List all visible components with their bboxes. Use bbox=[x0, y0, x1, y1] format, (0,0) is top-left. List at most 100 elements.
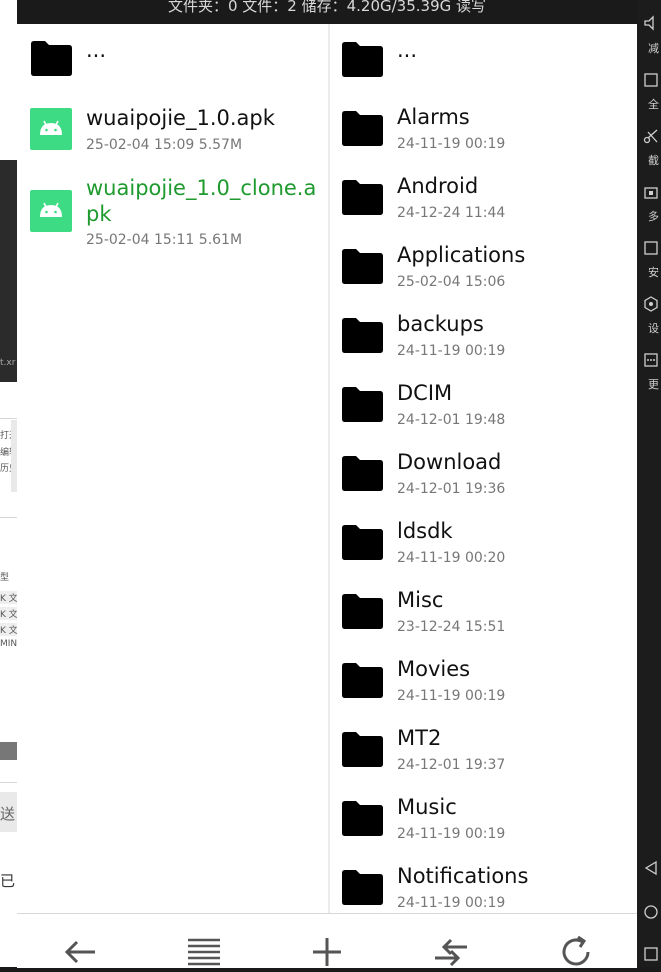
strip-icon-block bbox=[0, 742, 17, 760]
folder-date: 24-12-01 19:48 bbox=[397, 412, 506, 428]
strip-text: MIND bbox=[0, 639, 17, 649]
folder-icon bbox=[342, 870, 383, 905]
android-apk-icon bbox=[30, 190, 72, 232]
nav-recents-icon[interactable] bbox=[643, 946, 661, 966]
strip-text: 送 bbox=[0, 805, 16, 823]
folder-name: Android bbox=[397, 174, 479, 198]
swap-arrows-icon[interactable] bbox=[431, 932, 471, 972]
folder-icon bbox=[342, 42, 383, 77]
status-text: 文件夹：0 文件：2 储存：4.20G/35.39G 读写 bbox=[167, 0, 487, 15]
folder-icon bbox=[342, 801, 383, 836]
folder-date: 24-11-19 00:19 bbox=[397, 688, 506, 704]
scissors-icon[interactable] bbox=[643, 128, 661, 148]
list-item-apk-selected[interactable]: wuaipojie_1.0_clone.apk 25-02-04 15:11 5… bbox=[17, 164, 328, 264]
menu-lines-icon[interactable] bbox=[184, 932, 224, 972]
folder-date: 24-11-19 00:19 bbox=[397, 895, 506, 911]
background-dark-panel bbox=[0, 160, 17, 382]
folder-icon bbox=[342, 525, 383, 560]
folder-name: Alarms bbox=[397, 105, 470, 129]
folder-icon bbox=[342, 180, 383, 215]
right-file-pane[interactable]: ... Alarms 24-11-19 00:19 Android 24-12-24 1… bbox=[330, 24, 637, 914]
more-icon[interactable] bbox=[643, 352, 661, 372]
emulator-side-bar: 减 全 截 多 安 设 更 bbox=[637, 0, 661, 967]
android-apk-icon bbox=[30, 108, 72, 150]
folder-icon bbox=[31, 41, 72, 76]
list-item-parent[interactable]: ... bbox=[17, 24, 328, 94]
nav-back-icon[interactable] bbox=[643, 860, 661, 880]
folder-name: MT2 bbox=[397, 726, 442, 750]
sidebar-label: 更 bbox=[648, 378, 659, 391]
storage-status-bar: 文件夹：0 文件：2 储存：4.20G/35.39G 读写 bbox=[17, 0, 637, 24]
install-apk-icon[interactable] bbox=[643, 240, 661, 260]
file-meta: 25-02-04 15:09 5.57M bbox=[86, 137, 243, 153]
sidebar-label: 设 bbox=[648, 322, 659, 335]
folder-name: Notifications bbox=[397, 864, 529, 888]
list-item-folder[interactable]: Android 24-12-24 11:44 bbox=[330, 162, 637, 231]
folder-name: backups bbox=[397, 312, 484, 336]
list-item-apk[interactable]: wuaipojie_1.0.apk 25-02-04 15:09 5.57M bbox=[17, 94, 328, 164]
list-item-folder[interactable]: Download 24-12-01 19:36 bbox=[330, 438, 637, 507]
background-app-strip: t.xr 打开 编辑 历史记 型 K 文 K 文 K 文 MIND 送 已 bbox=[0, 0, 17, 967]
folder-icon bbox=[342, 318, 383, 353]
sidebar-label: 全 bbox=[648, 98, 659, 111]
strip-text: t.xr bbox=[0, 358, 16, 368]
list-item-folder[interactable]: Music 24-11-19 00:19 bbox=[330, 783, 637, 852]
folder-name: Music bbox=[397, 795, 457, 819]
folder-icon bbox=[342, 249, 383, 284]
list-item-folder[interactable]: backups 24-11-19 00:19 bbox=[330, 300, 637, 369]
sidebar-label: 截 bbox=[648, 154, 659, 167]
folder-date: 24-12-01 19:37 bbox=[397, 757, 506, 773]
list-item-folder[interactable]: DCIM 24-12-01 19:48 bbox=[330, 369, 637, 438]
strip-text: K 文 bbox=[0, 623, 17, 636]
strip-divider bbox=[0, 517, 17, 518]
file-name: wuaipojie_1.0_clone.apk bbox=[86, 176, 317, 226]
list-item-folder[interactable]: ldsdk 24-11-19 00:20 bbox=[330, 507, 637, 576]
folder-name: Movies bbox=[397, 657, 471, 681]
sidebar-label: 安 bbox=[648, 266, 659, 279]
folder-date: 24-12-01 19:36 bbox=[397, 481, 506, 497]
list-item-folder[interactable]: Notifications 24-11-19 00:19 bbox=[330, 852, 637, 914]
file-name: ... bbox=[86, 38, 107, 62]
strip-text: 型 bbox=[0, 573, 10, 583]
folder-name: DCIM bbox=[397, 381, 453, 405]
settings-icon[interactable] bbox=[643, 296, 661, 316]
list-item-folder[interactable]: Misc 23-12-24 15:51 bbox=[330, 576, 637, 645]
strip-text: K 文 bbox=[0, 607, 17, 620]
folder-name: Download bbox=[397, 450, 502, 474]
folder-date: 24-11-19 00:19 bbox=[397, 136, 506, 152]
folder-date: 24-11-19 00:19 bbox=[397, 826, 506, 842]
nav-home-icon[interactable] bbox=[643, 904, 661, 924]
list-item-folder[interactable]: Movies 24-11-19 00:19 bbox=[330, 645, 637, 714]
sidebar-label: 多 bbox=[648, 210, 659, 223]
back-arrow-icon[interactable] bbox=[61, 932, 101, 972]
strip-divider bbox=[0, 418, 17, 419]
sidebar-label: 减 bbox=[648, 42, 659, 55]
folder-date: 25-02-04 15:06 bbox=[397, 274, 506, 290]
folder-icon bbox=[342, 387, 383, 422]
list-item-parent[interactable]: ... bbox=[330, 24, 637, 93]
folder-date: 24-11-19 00:20 bbox=[397, 550, 506, 566]
plus-icon[interactable] bbox=[307, 932, 347, 972]
strip-divider bbox=[0, 782, 17, 783]
folder-icon bbox=[342, 594, 383, 629]
multi-window-icon[interactable] bbox=[643, 184, 661, 204]
volume-down-icon[interactable] bbox=[643, 15, 661, 35]
folder-name: Misc bbox=[397, 588, 444, 612]
folder-icon bbox=[342, 732, 383, 767]
folder-icon bbox=[342, 111, 383, 146]
folder-name: Applications bbox=[397, 243, 526, 267]
bottom-toolbar bbox=[17, 913, 637, 968]
folder-date: 24-12-24 11:44 bbox=[397, 205, 506, 221]
file-meta: 25-02-04 15:11 5.61M bbox=[86, 232, 243, 248]
strip-text: 已 bbox=[0, 872, 16, 890]
folder-name: ... bbox=[397, 38, 418, 62]
file-name: wuaipojie_1.0.apk bbox=[86, 106, 275, 130]
list-item-folder[interactable]: MT2 24-12-01 19:37 bbox=[330, 714, 637, 783]
left-file-pane[interactable]: ... wuaipojie_1.0.apk 25-02-04 15:09 5.5… bbox=[17, 24, 328, 914]
strip-text: K 文 bbox=[0, 591, 17, 604]
fullscreen-icon[interactable] bbox=[643, 72, 661, 92]
list-item-folder[interactable]: Applications 25-02-04 15:06 bbox=[330, 231, 637, 300]
refresh-icon[interactable] bbox=[556, 932, 596, 972]
list-item-folder[interactable]: Alarms 24-11-19 00:19 bbox=[330, 93, 637, 162]
folder-icon bbox=[342, 663, 383, 698]
